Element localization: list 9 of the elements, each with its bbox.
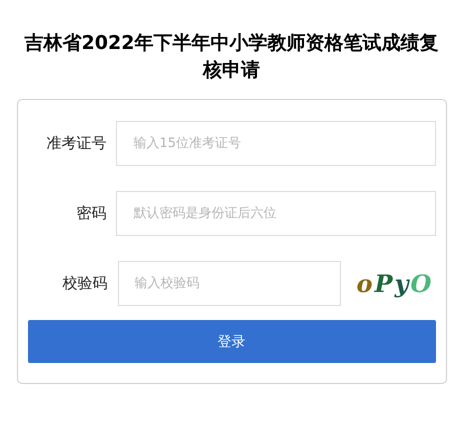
input-field[interactable]: 输入15位准考证号 [116, 121, 436, 166]
field-label: 校验码 [62, 274, 108, 293]
page-title: 吉林省2022年下半年中小学教师资格笔试成绩复核申请 [24, 31, 440, 83]
login-button[interactable]: 登录 [28, 320, 436, 363]
field-label: 密码 [75, 204, 106, 223]
captcha-image[interactable]: oPyO [356, 269, 434, 298]
input-field[interactable]: 输入校验码 [118, 261, 340, 306]
input-field[interactable]: 默认密码是身份证后六位 [116, 191, 436, 236]
field-label: 准考证号 [45, 134, 106, 153]
